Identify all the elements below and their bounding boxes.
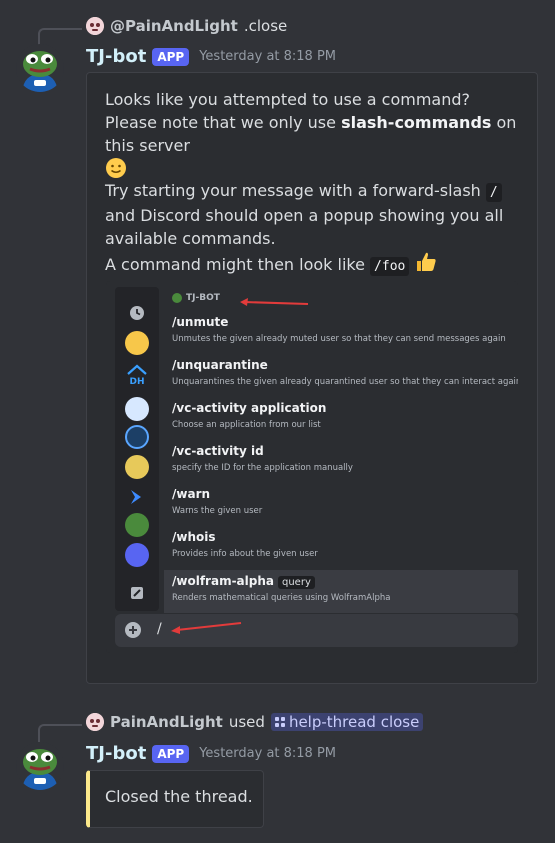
red-arrow-icon	[240, 298, 309, 306]
command-item-vc-activity-application[interactable]: /vc-activity application Choose an appli…	[164, 397, 518, 440]
command-option-tag: query	[278, 576, 315, 589]
s-logo-icon[interactable]	[125, 425, 149, 449]
reply-connector	[38, 724, 82, 742]
reply-text: .close	[243, 17, 288, 35]
home-dh-icon[interactable]: DH	[125, 363, 149, 387]
interaction-avatar	[86, 713, 104, 731]
command-item-warn[interactable]: /warn Warns the given user	[164, 483, 518, 526]
svg-text:DH: DH	[129, 377, 144, 387]
app-badge: APP	[152, 744, 190, 763]
message-header: TJ-bot APP Yesterday at 8:18 PM	[86, 46, 336, 67]
interaction-reference[interactable]: PainAndLight used help-thread close	[86, 713, 424, 731]
bot-avatar[interactable]	[16, 44, 64, 92]
embed-paragraph-1: Looks like you attempted to use a comman…	[105, 88, 523, 185]
command-desc: Renders mathematical queries using Wolfr…	[172, 593, 391, 603]
command-grid-icon	[274, 716, 285, 727]
app-badge: APP	[152, 47, 190, 66]
bot-username[interactable]: TJ-bot	[86, 743, 146, 764]
pepe-icon[interactable]	[125, 513, 149, 537]
command-name: /unmute	[172, 315, 229, 329]
pepe-avatar-icon	[16, 44, 64, 92]
inline-code-foo: /foo	[370, 257, 410, 276]
command-desc: Warns the given user	[172, 506, 263, 516]
command-name: /unquarantine	[172, 358, 268, 372]
source-name: TJ-BOT	[186, 293, 220, 303]
reply-username[interactable]: @PainAndLight	[110, 17, 238, 35]
para2-tail: and Discord should open a popup showing …	[105, 206, 504, 248]
thumbs-up-emoji-icon	[414, 250, 438, 280]
slash-command-pill[interactable]: help-thread close	[270, 713, 424, 731]
para2-text: Try starting your message with a forward…	[105, 181, 486, 200]
command-item-vc-activity-id[interactable]: /vc-activity id specify the ID for the a…	[164, 440, 518, 483]
command-name: /vc-activity id	[172, 444, 264, 458]
command-name: /warn	[172, 487, 211, 501]
command-desc: Unquarantines the given already quaranti…	[172, 377, 518, 387]
interaction-used-text: used	[228, 713, 265, 731]
closed-thread-embed: Closed the thread.	[86, 770, 264, 828]
command-desc: Unmutes the given already muted user so …	[172, 334, 506, 344]
tjbot-small-icon	[172, 293, 182, 303]
red-arrow-icon	[171, 622, 242, 634]
figure-icon[interactable]	[125, 455, 149, 479]
bot-username[interactable]: TJ-bot	[86, 46, 146, 67]
plus-circle-icon	[125, 622, 141, 638]
chat-icon[interactable]	[125, 543, 149, 567]
reply-avatar	[86, 17, 104, 35]
embed-paragraph-2: Try starting your message with a forward…	[105, 179, 523, 280]
command-item-unquarantine[interactable]: /unquarantine Unquarantines the given al…	[164, 354, 518, 397]
reply-connector	[38, 28, 82, 46]
command-name-row: /wolfram-alpha query	[172, 574, 315, 589]
message-embed: Looks like you attempted to use a comman…	[86, 72, 538, 684]
planet-icon[interactable]	[125, 397, 149, 421]
message-header: TJ-bot APP Yesterday at 8:18 PM	[86, 743, 336, 764]
command-name: /whois	[172, 530, 216, 544]
sun-face-icon[interactable]	[125, 331, 149, 355]
chat-input-text: /	[157, 621, 162, 637]
embed-screenshot[interactable]: DH TJ-BOT /unmute Unmutes the given alre…	[106, 281, 518, 653]
command-desc: Provides info about the given user	[172, 549, 318, 559]
slash-command-name: help-thread close	[288, 713, 420, 731]
pepe-avatar-icon	[16, 742, 64, 790]
arrow-logo-icon[interactable]	[125, 485, 149, 509]
embed-text: Closed the thread.	[105, 787, 253, 806]
bot-avatar[interactable]	[16, 742, 64, 790]
para3-text: A command might then look like	[105, 255, 371, 274]
inline-code-slash: /	[485, 183, 502, 202]
command-desc: Choose an application from our list	[172, 420, 321, 430]
command-name: /wolfram-alpha	[172, 574, 274, 588]
command-item-wolfram-alpha[interactable]: /wolfram-alpha query Renders mathematical…	[164, 570, 518, 613]
command-name: /vc-activity application	[172, 401, 327, 415]
command-item-unmute[interactable]: /unmute Unmutes the given already muted …	[164, 311, 518, 354]
message-timestamp[interactable]: Yesterday at 8:18 PM	[199, 49, 336, 64]
reply-reference[interactable]: @PainAndLight .close	[86, 17, 287, 35]
command-list: TJ-BOT /unmute Unmutes the given already…	[164, 287, 518, 613]
pencil-icon[interactable]	[125, 581, 149, 605]
command-item-whois[interactable]: /whois Provides info about the given use…	[164, 526, 518, 569]
clock-icon[interactable]	[125, 301, 149, 325]
message-timestamp[interactable]: Yesterday at 8:18 PM	[199, 746, 336, 761]
interaction-username[interactable]: PainAndLight	[110, 713, 223, 731]
command-source-header: TJ-BOT	[172, 293, 220, 303]
para1-bold: slash-commands	[341, 113, 492, 132]
command-desc: specify the ID for the application manua…	[172, 463, 353, 473]
screenshot-chat-input: /	[115, 614, 518, 647]
category-rail: DH	[115, 287, 159, 611]
